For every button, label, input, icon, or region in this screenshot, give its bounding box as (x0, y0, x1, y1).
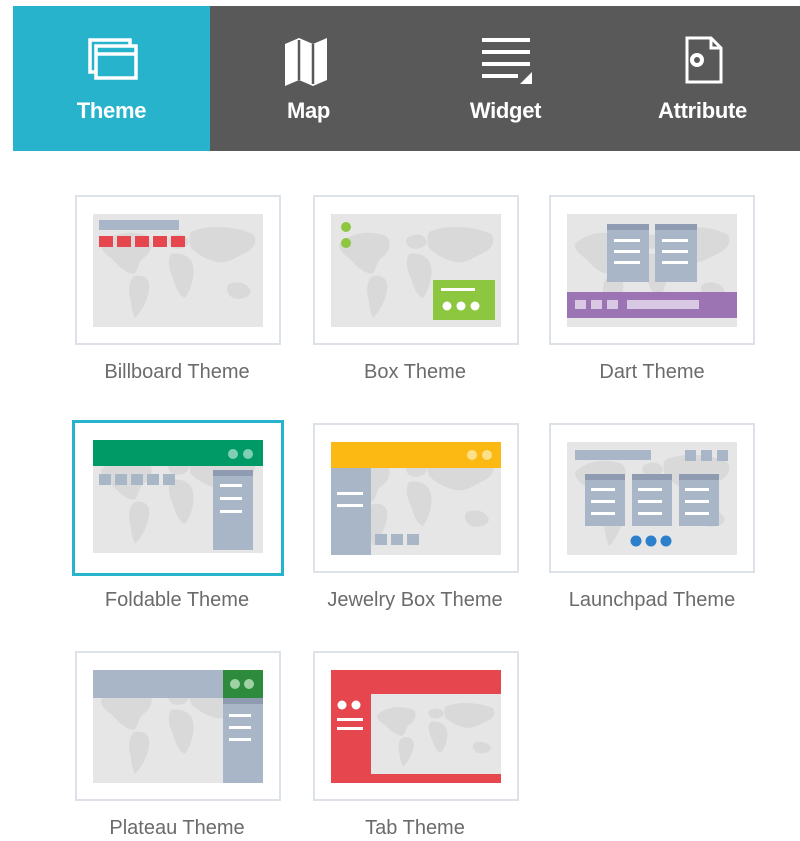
tab-theme-label: Theme (76, 98, 147, 123)
tab-theme-thumbnail (331, 670, 501, 783)
launchpad-theme-thumbnail (567, 442, 737, 555)
theme-card-plateau[interactable] (75, 651, 281, 801)
theme-label-tab: Tab Theme (365, 817, 465, 839)
theme-card-tab[interactable] (313, 651, 519, 801)
tab-widget-label: Widget (469, 98, 542, 123)
tab-map-label: Map (286, 98, 331, 123)
jewelry-box-theme-thumbnail (331, 442, 501, 555)
theme-card-jewelry-box[interactable] (313, 423, 519, 573)
theme-card-foldable[interactable] (72, 420, 284, 576)
plateau-theme-thumbnail (93, 670, 263, 783)
theme-label-launchpad: Launchpad Theme (568, 589, 736, 611)
tab-attribute[interactable]: Attribute (604, 6, 800, 151)
attribute-icon (604, 36, 800, 90)
dart-theme-thumbnail (567, 214, 737, 327)
foldable-theme-thumbnail (93, 440, 263, 553)
theme-label-dart: Dart Theme (599, 361, 705, 383)
map-icon (210, 36, 407, 90)
tab-widget[interactable]: Widget (407, 6, 604, 151)
billboard-theme-thumbnail (93, 214, 263, 327)
tab-theme[interactable]: Theme (13, 6, 210, 151)
theme-card-billboard[interactable] (75, 195, 281, 345)
theme-icon (13, 36, 210, 90)
theme-label-box: Box Theme (364, 361, 466, 383)
theme-label-foldable: Foldable Theme (104, 589, 250, 611)
tab-map[interactable]: Map (210, 6, 407, 151)
theme-card-dart[interactable] (549, 195, 755, 345)
theme-card-launchpad[interactable] (549, 423, 755, 573)
theme-label-jewelry-box: Jewelry Box Theme (327, 589, 503, 611)
tab-attribute-label: Attribute (658, 98, 747, 123)
theme-label-plateau: Plateau Theme (109, 817, 245, 839)
top-toolbar: Theme Map Widget Attribute (13, 6, 800, 151)
box-theme-thumbnail (331, 214, 501, 327)
theme-label-billboard: Billboard Theme (104, 361, 250, 383)
theme-card-box[interactable] (313, 195, 519, 345)
widget-icon (407, 36, 604, 90)
